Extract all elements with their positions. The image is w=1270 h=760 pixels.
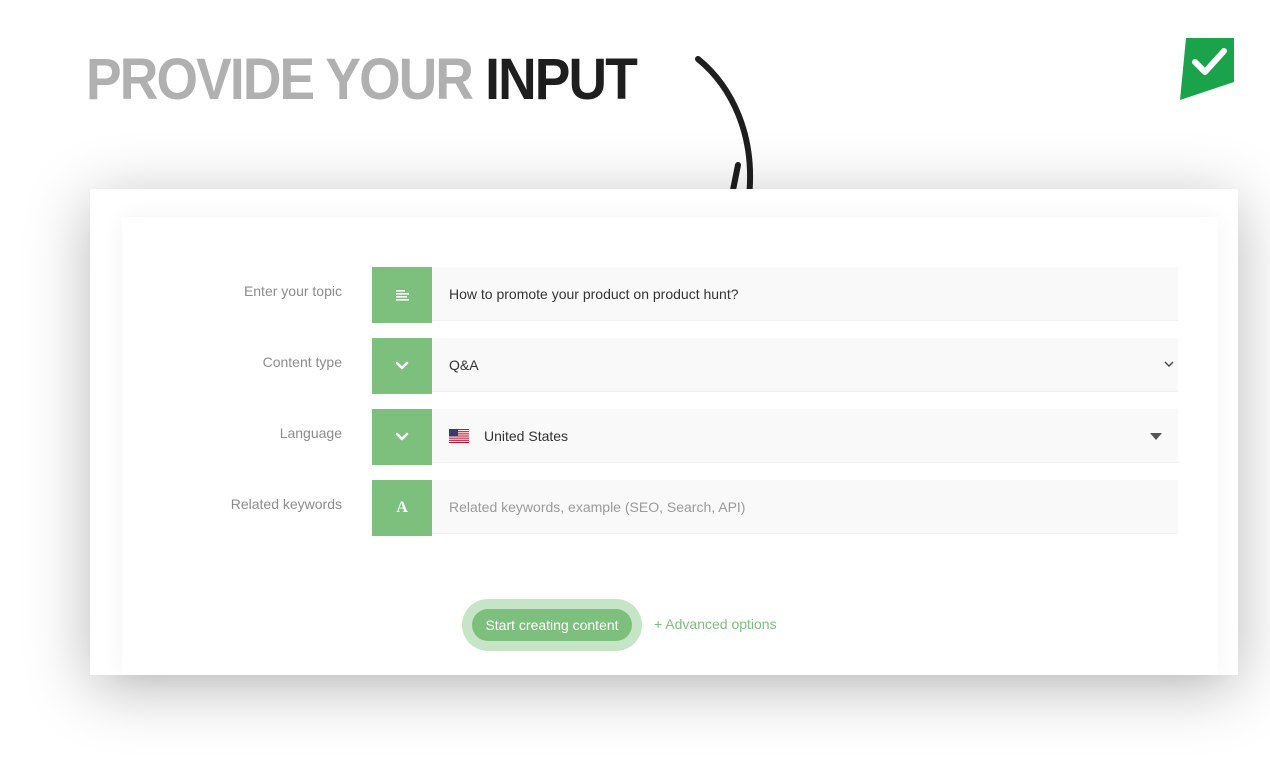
us-flag-icon (449, 428, 469, 443)
topic-row: Enter your topic (244, 267, 1178, 323)
content-type-label: Content type (262, 354, 342, 370)
keywords-row: Related keywords A (231, 480, 1178, 536)
text-lines-icon (395, 289, 409, 301)
language-addon (372, 409, 432, 465)
caret-down-icon (1150, 433, 1162, 440)
keywords-addon: A (372, 480, 432, 536)
chevron-down-icon (395, 432, 409, 441)
content-type-row: Content type Q&A (263, 338, 1178, 394)
page-headline: PROVIDE YOUR INPUT (86, 47, 638, 112)
language-label: Language (279, 425, 342, 441)
keywords-label: Related keywords (230, 496, 342, 512)
topic-input[interactable] (449, 285, 1149, 302)
topic-addon (372, 267, 432, 323)
keywords-field[interactable] (432, 480, 1178, 534)
start-button-halo: Start creating content (462, 599, 642, 651)
headline-strong: INPUT (485, 47, 638, 112)
language-row: Language United States (280, 409, 1178, 465)
page: PROVIDE YOUR INPUT Enter your topic How … (0, 0, 1270, 760)
keywords-input[interactable] (449, 498, 1149, 515)
language-value: United States (484, 427, 569, 444)
topic-field[interactable] (432, 267, 1178, 321)
select-chevron-icon (1164, 361, 1174, 367)
content-type-addon (372, 338, 432, 394)
topic-label: Enter your topic (243, 283, 342, 299)
start-creating-button[interactable]: Start creating content (472, 609, 632, 641)
input-form: Enter your topic Content type (122, 217, 1218, 675)
headline-muted: PROVIDE YOUR (86, 47, 474, 112)
content-type-value: Q&A (449, 356, 479, 373)
chevron-down-icon (395, 361, 409, 370)
letter-a-icon: A (396, 499, 408, 516)
advanced-options-link[interactable]: + Advanced options (654, 616, 777, 632)
green-checkmark-logo (1180, 38, 1234, 100)
content-type-select[interactable]: Q&A (432, 338, 1178, 392)
language-select[interactable]: United States (432, 409, 1178, 463)
input-form-card: Enter your topic Content type (90, 189, 1238, 675)
